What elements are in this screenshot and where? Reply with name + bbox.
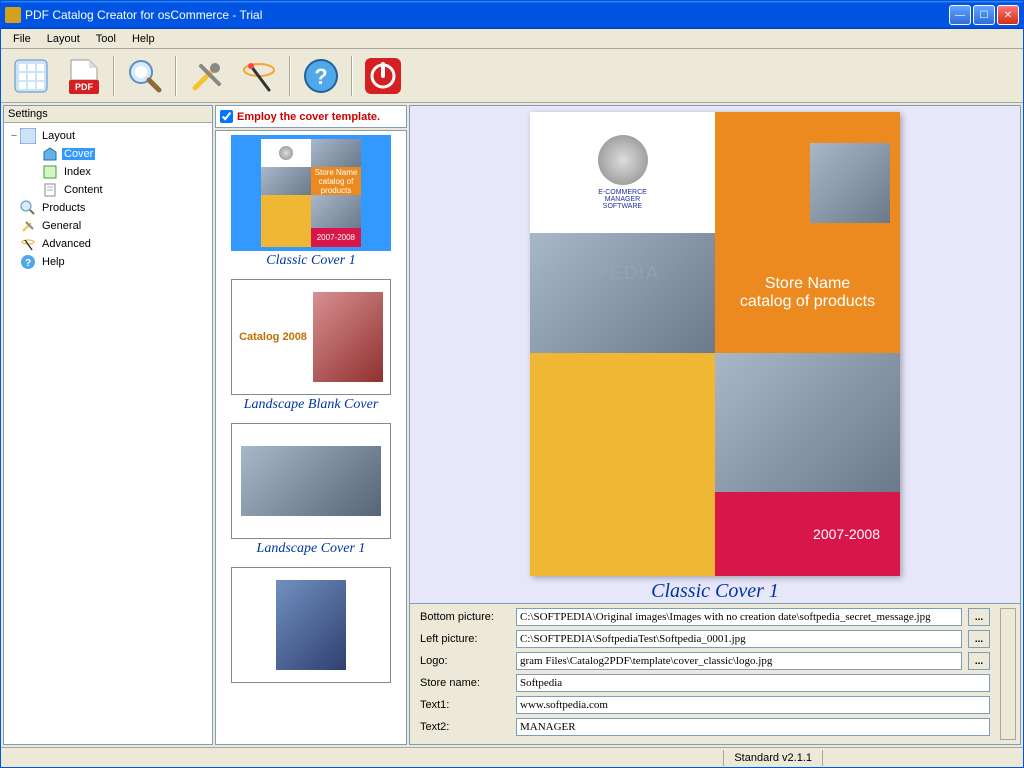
tree-node-cover[interactable]: Cover: [8, 145, 208, 163]
index-icon: [42, 164, 58, 180]
help-button[interactable]: ?: [295, 52, 347, 100]
preview-pane: E-COMMERCEMANAGERSOFTWARE SOFTPEDIA Stor…: [409, 105, 1021, 604]
tools-icon: [20, 218, 36, 234]
menubar: File Layout Tool Help: [1, 29, 1023, 49]
layout-button[interactable]: [5, 52, 57, 100]
power-icon: [363, 56, 403, 96]
sidebar-header: Settings: [4, 106, 212, 123]
template-classic-cover-1[interactable]: Store Namecatalog of products 2007-2008 …: [220, 135, 402, 269]
menu-file[interactable]: File: [5, 31, 39, 47]
text1-input[interactable]: [516, 696, 990, 714]
help-icon: ?: [20, 254, 36, 270]
preview-subtitle: catalog of products: [740, 293, 875, 311]
content-area: Settings − Layout Cover Index Conten: [1, 103, 1023, 747]
field-store-name: Store name:: [420, 674, 990, 692]
template-caption: Classic Cover 1: [220, 253, 402, 269]
field-text1: Text1:: [420, 696, 990, 714]
pdf-button[interactable]: PDF: [57, 52, 109, 100]
tree-node-help[interactable]: ? Help: [8, 253, 208, 271]
titlebar: PDF Catalog Creator for osCommerce - Tri…: [1, 1, 1023, 29]
advanced-button[interactable]: [233, 52, 285, 100]
svg-text:?: ?: [25, 258, 31, 269]
field-bottom-picture: Bottom picture: ...: [420, 608, 990, 626]
field-logo: Logo: ...: [420, 652, 990, 670]
template-list[interactable]: Store Namecatalog of products 2007-2008 …: [215, 130, 407, 745]
toolbar-separator: [175, 56, 177, 96]
browse-button[interactable]: ...: [968, 652, 990, 670]
template-item[interactable]: [220, 567, 402, 683]
app-window: PDF Catalog Creator for osCommerce - Tri…: [0, 0, 1024, 768]
template-caption: Landscape Blank Cover: [220, 397, 402, 413]
logo-input[interactable]: [516, 652, 962, 670]
preview-document: E-COMMERCEMANAGERSOFTWARE SOFTPEDIA Stor…: [530, 112, 900, 576]
svg-text:PDF: PDF: [75, 82, 94, 92]
bottom-picture-input[interactable]: [516, 608, 962, 626]
menu-help[interactable]: Help: [124, 31, 163, 47]
field-text2: Text2:: [420, 718, 990, 736]
tools-icon: [187, 56, 227, 96]
close-button[interactable]: ✕: [997, 5, 1019, 25]
tree-node-general[interactable]: General: [8, 217, 208, 235]
wand-icon: [239, 56, 279, 96]
template-caption: Landscape Cover 1: [220, 541, 402, 557]
left-picture-input[interactable]: [516, 630, 962, 648]
store-name-input[interactable]: [516, 674, 990, 692]
box-icon: [42, 146, 58, 162]
employ-checkbox[interactable]: [220, 110, 233, 123]
grid-icon: [11, 56, 51, 96]
magnifier-icon: [20, 200, 36, 216]
tree-node-layout[interactable]: − Layout: [8, 127, 208, 145]
tree-node-products[interactable]: Products: [8, 199, 208, 217]
fields-scrollbar[interactable]: [1000, 608, 1016, 740]
browse-button[interactable]: ...: [968, 608, 990, 626]
help-icon: ?: [301, 56, 341, 96]
page-icon: [42, 182, 58, 198]
svg-text:?: ?: [314, 64, 327, 89]
status-version: Standard v2.1.1: [723, 750, 823, 766]
tree-node-index[interactable]: Index: [8, 163, 208, 181]
wand-icon: [20, 236, 36, 252]
products-button[interactable]: [119, 52, 171, 100]
toolbar-separator: [351, 56, 353, 96]
employ-label: Employ the cover template.: [237, 111, 380, 123]
main-area: E-COMMERCEMANAGERSOFTWARE SOFTPEDIA Stor…: [409, 105, 1021, 745]
toolbar-separator: [113, 56, 115, 96]
field-left-picture: Left picture: ...: [420, 630, 990, 648]
tree-node-advanced[interactable]: Advanced: [8, 235, 208, 253]
preview-caption: Classic Cover 1: [651, 580, 779, 603]
minimize-button[interactable]: —: [949, 5, 971, 25]
general-button[interactable]: [181, 52, 233, 100]
watermark: SOFTPEDIA: [540, 263, 660, 284]
tree-node-content[interactable]: Content: [8, 181, 208, 199]
text2-input[interactable]: [516, 718, 990, 736]
maximize-button[interactable]: ☐: [973, 5, 995, 25]
app-icon: [5, 7, 21, 23]
magnifier-icon: [125, 56, 165, 96]
toolbar-separator: [289, 56, 291, 96]
pdf-icon: PDF: [63, 56, 103, 96]
template-landscape-blank[interactable]: Catalog 2008 Landscape Blank Cover: [220, 279, 402, 413]
template-landscape-cover-1[interactable]: Landscape Cover 1: [220, 423, 402, 557]
menu-tool[interactable]: Tool: [88, 31, 124, 47]
exit-button[interactable]: [357, 52, 409, 100]
expand-icon[interactable]: −: [8, 130, 20, 142]
menu-layout[interactable]: Layout: [39, 31, 88, 47]
preview-year: 2007-2008: [813, 526, 880, 542]
preview-store-name: Store Name: [765, 275, 850, 293]
window-title: PDF Catalog Creator for osCommerce - Tri…: [25, 8, 949, 22]
settings-tree: − Layout Cover Index Content: [4, 123, 212, 744]
fields-pane: Bottom picture: ... Left picture: ... Lo…: [409, 604, 1021, 745]
employ-row: Employ the cover template.: [215, 105, 407, 128]
settings-sidebar: Settings − Layout Cover Index Conten: [3, 105, 213, 745]
templates-column: Employ the cover template. Store Namecat…: [215, 105, 407, 745]
grid-icon: [20, 128, 36, 144]
toolbar: PDF ?: [1, 49, 1023, 103]
statusbar: Standard v2.1.1: [1, 747, 1023, 767]
browse-button[interactable]: ...: [968, 630, 990, 648]
